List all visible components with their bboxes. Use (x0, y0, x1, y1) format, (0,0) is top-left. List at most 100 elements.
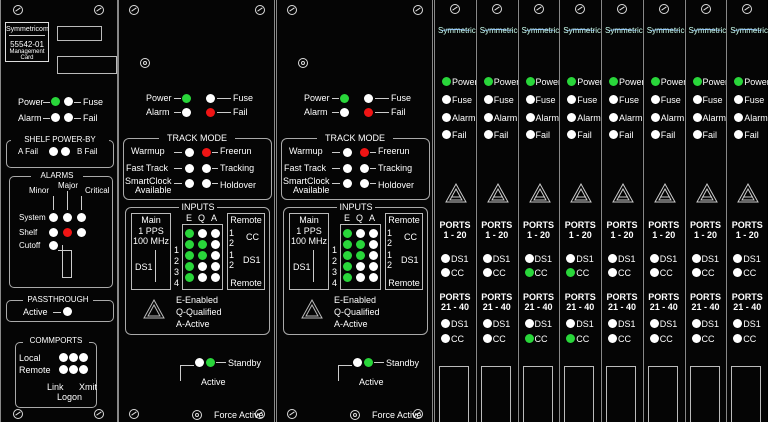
system-critical-led (77, 213, 86, 222)
in4-a-led (211, 273, 220, 282)
local-label: Local (19, 353, 41, 363)
fuse-label: Fuse (619, 95, 640, 105)
top-screw-icon (700, 4, 711, 14)
top-screw-icon (617, 4, 627, 14)
ports-title-upper: PORTS (648, 220, 680, 230)
local-link-led (59, 353, 68, 362)
logon-label: Logon (57, 392, 83, 402)
ds1-led-lower (482, 319, 492, 328)
brand-logo: Symmetricom (438, 26, 487, 38)
cc-led-lower (441, 334, 450, 343)
shelf-label: Shelf (19, 228, 38, 237)
ports-title-lower: PORTS (731, 292, 763, 302)
fail-label: Fail (493, 130, 509, 140)
ethernet-port[interactable] (57, 26, 102, 41)
ds1-led-lower (691, 319, 701, 328)
ds1-led-upper (691, 254, 701, 263)
ports-range-upper: 1 - 20 (526, 230, 550, 240)
fail-led (64, 113, 73, 122)
connector-frame (731, 366, 762, 422)
power-led (734, 77, 744, 86)
fail-label: Fail (660, 130, 676, 140)
force-active-button[interactable] (350, 410, 360, 420)
ports-title-upper: PORTS (689, 220, 721, 230)
fail-label: Fail (233, 107, 248, 117)
output-card-3[interactable]: Symmetricom Power Fuse Alarm Fail PORTS … (517, 0, 570, 422)
warmup-led (343, 148, 352, 157)
force-active-label: Force Active (372, 410, 422, 420)
main-100mhz-label: 100 MHz (132, 236, 169, 246)
top-screw-icon (129, 5, 139, 15)
fail-label: Fail (577, 130, 592, 140)
management-card[interactable]: Symmetricom 55542-01 Management Card Pow… (0, 0, 118, 422)
track-mode-title: TRACK MODE (317, 133, 393, 143)
ds1-label-lower: DS1 (534, 319, 553, 329)
ds1-led-lower (608, 319, 617, 328)
remote-row-1-label: 1 (387, 228, 393, 238)
freerun-label: Freerun (378, 146, 410, 156)
power-led (567, 77, 577, 86)
smartclock-led (185, 179, 194, 188)
output-card-2[interactable]: Symmetricom Power Fuse Alarm Fail PORTS … (475, 0, 529, 422)
fail-led (442, 130, 451, 139)
output-card-5[interactable]: Symmetricom Power Fuse Alarm Fail PORTS … (601, 0, 654, 422)
ports-title-upper: PORTS (564, 220, 596, 230)
ds1-label-upper: DS1 (534, 254, 553, 264)
ports-range-lower: 21 - 40 (649, 302, 678, 312)
track-mode-title: TRACK MODE (159, 133, 235, 143)
fuse-led (692, 95, 702, 104)
cc-label-upper: CC (701, 268, 715, 278)
remote-row-2-label: 2 (229, 238, 235, 248)
power-label: Power (452, 77, 478, 87)
in2-e-led (343, 251, 352, 260)
power-label: Power (304, 93, 330, 103)
tracking-label: Tracking (378, 163, 413, 173)
cc-label: CC (404, 232, 417, 242)
force-active-button[interactable] (192, 410, 202, 420)
remote-row-3-label: 1 (229, 250, 235, 260)
ports-title-lower: PORTS (439, 292, 471, 302)
main-q-led (198, 229, 207, 238)
connector-frame (480, 366, 511, 422)
inputs-legend: E-Enabled Q-Qualified A-Active (176, 294, 222, 330)
output-card-1[interactable]: Symmetricom Power Fuse Alarm Fail PORTS … (434, 0, 487, 422)
inputs-title: INPUTS (337, 202, 375, 212)
fail-label: Fail (535, 130, 551, 140)
remote-label: Remote (230, 215, 262, 225)
alarms-title: ALARMS (31, 171, 83, 181)
output-card-4[interactable]: Symmetricom Power Fuse Alarm Fail PORTS … (559, 0, 612, 422)
shelf-minor-led (49, 228, 58, 237)
ports-range-upper: 1 - 20 (610, 230, 634, 240)
alarm-led (340, 108, 349, 117)
inputs-legend: E-Enabled Q-Qualified A-Active (334, 294, 380, 330)
fast-track-label: Fast Track (126, 163, 169, 173)
power-label: Power (146, 93, 172, 103)
force-active-label: Force Active (214, 410, 264, 420)
clock-card-2[interactable]: Power Fuse Alarm Fail TRACK MODE Warmup … (276, 0, 433, 422)
remote-footer-label: Remote (388, 278, 420, 288)
remote-row-1-label: 1 (229, 228, 235, 238)
serial-port[interactable] (57, 56, 117, 74)
active-led (364, 358, 373, 367)
ds1-led-upper (649, 254, 659, 263)
output-card-6[interactable]: Symmetricom Power Fuse Alarm Fail PORTS … (642, 0, 696, 422)
power-label: Power (744, 77, 768, 87)
ds1-label-upper: DS1 (743, 254, 761, 264)
alarm-label: Alarm (660, 113, 685, 123)
ds1-led-upper (733, 254, 743, 263)
output-card-7[interactable]: Symmetricom Power Fuse Alarm Fail PORTS … (684, 0, 737, 422)
top-screw-icon (413, 5, 423, 15)
cc-label-lower: CC (701, 334, 715, 344)
fail-led (364, 108, 373, 117)
fuse-led (609, 95, 618, 104)
clock-card-1[interactable]: Power Fuse Alarm Fail TRACK MODE Warmup … (118, 0, 275, 422)
cc-label-upper: CC (659, 268, 673, 278)
alarm-label: Alarm (304, 107, 328, 117)
connector-frame (522, 366, 553, 422)
cc-label-lower: CC (743, 334, 757, 344)
output-card-8[interactable]: Symmetricom Power Fuse Alarm Fail PORTS … (726, 0, 768, 422)
main-100mhz-label: 100 MHz (290, 236, 327, 246)
alarm-label: Alarm (146, 107, 170, 117)
ds1-led-upper (608, 254, 617, 263)
active-label: Active (359, 377, 384, 387)
